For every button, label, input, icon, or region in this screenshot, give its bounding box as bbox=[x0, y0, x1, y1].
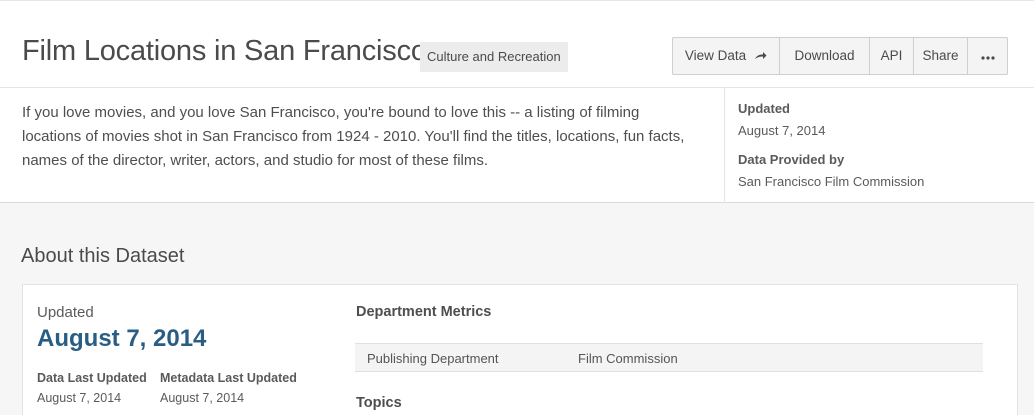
dataset-meta-sidebar: Updated August 7, 2014 Data Provided by … bbox=[738, 100, 1028, 191]
data-last-updated-label: Data Last Updated bbox=[37, 371, 147, 385]
download-button[interactable]: Download bbox=[780, 38, 870, 74]
department-metrics-title: Department Metrics bbox=[356, 304, 492, 320]
meta-updated: Updated August 7, 2014 bbox=[738, 100, 1028, 140]
ellipsis-icon bbox=[980, 38, 995, 74]
meta-updated-label: Updated bbox=[738, 101, 790, 116]
meta-provider-value: San Francisco Film Commission bbox=[738, 174, 925, 189]
metric-value: Film Commission bbox=[578, 351, 678, 366]
metadata-last-updated-label: Metadata Last Updated bbox=[160, 371, 297, 385]
header-divider bbox=[0, 87, 1034, 88]
share-button[interactable]: Share bbox=[914, 38, 968, 74]
data-last-updated-value: August 7, 2014 bbox=[37, 391, 122, 405]
metadata-last-updated-value: August 7, 2014 bbox=[160, 391, 245, 405]
meta-provider-label: Data Provided by bbox=[738, 152, 845, 167]
topics-title: Topics bbox=[356, 395, 402, 411]
meta-provider: Data Provided by San Francisco Film Comm… bbox=[738, 151, 1028, 191]
meta-divider bbox=[724, 88, 725, 203]
more-options-button[interactable] bbox=[968, 38, 1007, 74]
view-data-button[interactable]: View Data bbox=[673, 38, 780, 74]
meta-updated-value: August 7, 2014 bbox=[738, 123, 826, 138]
category-badge[interactable]: Culture and Recreation bbox=[420, 42, 568, 72]
about-updated-label: Updated bbox=[37, 304, 94, 321]
view-data-label: View Data bbox=[684, 48, 747, 63]
data-last-updated: Data Last Updated August 7, 2014 bbox=[37, 371, 147, 405]
arrow-right-icon bbox=[754, 51, 767, 61]
page-title: Film Locations in San Francisco bbox=[22, 35, 427, 67]
about-dataset-card: Updated August 7, 2014 Data Last Updated… bbox=[22, 284, 1018, 415]
dataset-description: If you love movies, and you love San Fra… bbox=[22, 104, 685, 169]
api-button[interactable]: API bbox=[870, 38, 914, 74]
about-updated-date: August 7, 2014 bbox=[37, 325, 207, 352]
metric-key: Publishing Department bbox=[367, 351, 499, 366]
table-row: Publishing Department Film Commission bbox=[355, 343, 983, 372]
dataset-header: Film Locations in San Francisco Culture … bbox=[0, 1, 1034, 203]
about-section-title: About this Dataset bbox=[21, 245, 185, 267]
metadata-last-updated: Metadata Last Updated August 7, 2014 bbox=[160, 371, 297, 405]
action-button-group: View Data Download API Share bbox=[672, 37, 1008, 75]
